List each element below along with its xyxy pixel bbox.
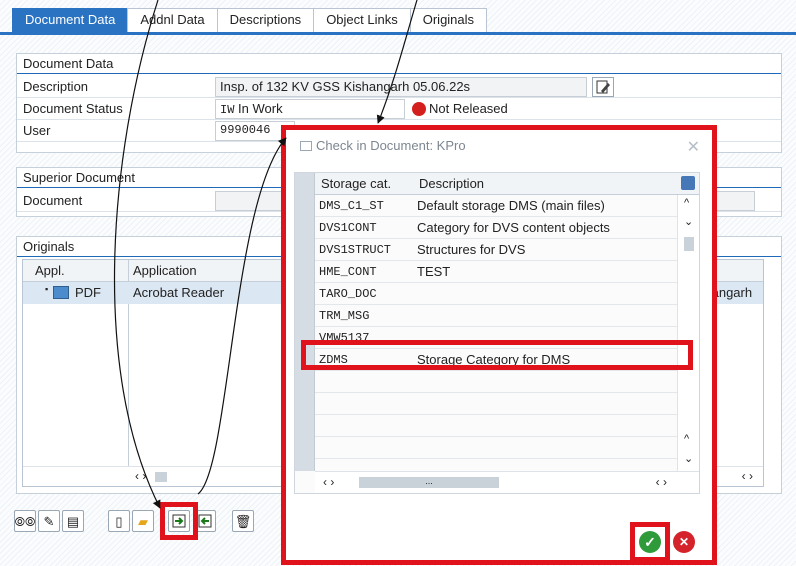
annotation-arrows	[113, 0, 418, 509]
arrow-to-check-in	[113, 0, 161, 509]
arrow-to-dialog-top	[376, 0, 418, 124]
arrow-from-check-in-to-dialog	[197, 137, 287, 495]
